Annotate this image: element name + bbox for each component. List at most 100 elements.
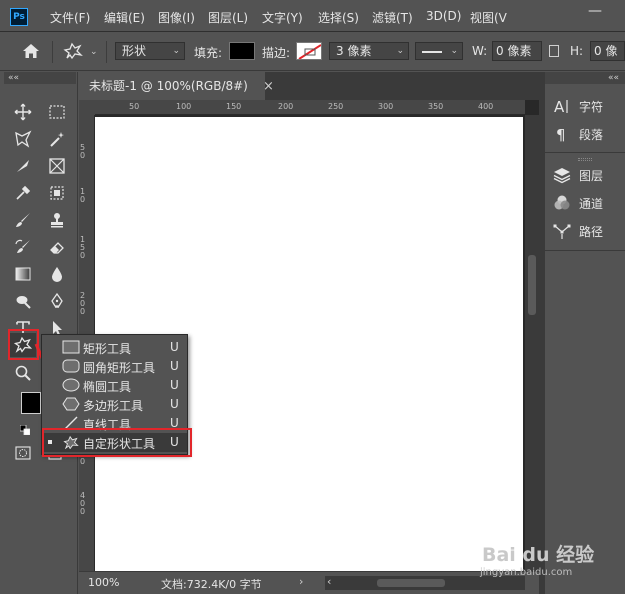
eyedropper-tool-icon[interactable]: [10, 181, 36, 205]
flyout-item-label: 圆角矩形工具: [83, 361, 156, 375]
stroke-label: 描边:: [262, 46, 291, 60]
baidu-jingyan-watermark: Bai du 经验 jingyan.baidu.com: [476, 540, 621, 584]
horizontal-ruler[interactable]: 50 100 150 200 250 300 350 400: [95, 100, 525, 115]
ruler-origin[interactable]: [79, 100, 95, 115]
ellipse-icon: [62, 378, 80, 392]
svg-text:¶: ¶: [556, 126, 566, 143]
flyout-item-rounded-rectangle[interactable]: 圆角矩形工具 U: [42, 357, 187, 376]
panel-label: 段落: [579, 128, 604, 142]
link-icon[interactable]: [549, 45, 559, 57]
zoom-level[interactable]: 100%: [88, 576, 119, 589]
crop-tool-icon[interactable]: [10, 154, 36, 178]
flyout-shortcut: U: [170, 340, 179, 354]
flyout-item-rectangle[interactable]: 矩形工具 U: [42, 338, 187, 357]
ruler-tick-label: 0: [80, 307, 86, 316]
panel-collapse[interactable]: ««: [545, 72, 625, 84]
panel-label: 路径: [579, 225, 604, 239]
horizontal-scroll-thumb[interactable]: [377, 579, 445, 587]
height-input[interactable]: 0 像: [590, 41, 625, 61]
menu-layer[interactable]: 图层(L): [208, 9, 248, 26]
quick-mask-icon[interactable]: [15, 446, 31, 460]
object-selection-icon[interactable]: [44, 181, 70, 205]
menu-file[interactable]: 文件(F): [50, 9, 90, 26]
magic-wand-tool-icon[interactable]: [44, 127, 70, 151]
menu-image[interactable]: 图像(I): [158, 9, 195, 26]
document-area: 未标题-1 @ 100%(RGB/8#) × 50 100 150 200 25…: [79, 72, 539, 594]
pen-tool-icon[interactable]: [44, 289, 70, 313]
width-input[interactable]: 0 像素: [492, 41, 542, 61]
move-tool-icon[interactable]: [10, 100, 36, 124]
flyout-shortcut: U: [170, 397, 179, 411]
flyout-item-polygon[interactable]: 多边形工具 U: [42, 395, 187, 414]
toolbar-collapse[interactable]: ««: [4, 72, 76, 84]
rounded-rectangle-icon: [62, 359, 80, 373]
history-brush-icon[interactable]: [10, 235, 36, 259]
vertical-scrollbar[interactable]: [525, 115, 539, 571]
scroll-left-icon[interactable]: ‹: [327, 575, 331, 588]
menu-view[interactable]: 视图(V: [470, 9, 507, 26]
marquee-tool-icon[interactable]: [44, 100, 70, 124]
ruler-tick-label: 250: [328, 102, 344, 111]
lasso-tool-icon[interactable]: [10, 127, 36, 151]
chevron-down-icon[interactable]: ⌄: [90, 47, 98, 57]
vertical-scroll-thumb[interactable]: [528, 255, 536, 315]
watermark-brand: Bai du 经验: [482, 544, 595, 566]
blur-tool-icon[interactable]: [44, 262, 70, 286]
dodge-tool-icon[interactable]: [10, 289, 36, 313]
ruler-tick-label: 0: [80, 195, 86, 204]
panel-paragraph[interactable]: ¶ 段落: [551, 122, 621, 146]
ruler-tick-label: 150: [226, 102, 242, 111]
panel-grip[interactable]: [578, 158, 592, 161]
menu-bar: Ps 文件(F) 编辑(E) 图像(I) 图层(L) 文字(Y) 选择(S) 滤…: [0, 0, 625, 32]
brush-tool-icon[interactable]: [10, 208, 36, 232]
menu-3d[interactable]: 3D(D): [426, 9, 461, 23]
stroke-type-select[interactable]: ⌄: [415, 42, 463, 60]
custom-shape-preset-icon[interactable]: [63, 42, 83, 63]
panel-paths[interactable]: 路径: [551, 219, 621, 243]
panel-label: 字符: [579, 100, 604, 114]
menu-edit[interactable]: 编辑(E): [104, 9, 145, 26]
paragraph-icon: ¶: [553, 125, 571, 144]
document-info: 文档:732.4K/0 字节: [161, 578, 262, 591]
custom-shape-item-highlight: [42, 428, 192, 457]
stroke-width-select[interactable]: 3 像素 ⌄: [329, 42, 409, 60]
minimize-button[interactable]: —: [588, 3, 602, 19]
mode-select[interactable]: 形状 ⌄: [115, 42, 185, 60]
ruler-tick-label: 0: [80, 507, 86, 516]
ruler-tick-label: 0: [80, 251, 86, 260]
mode-select-value: 形状: [122, 44, 147, 58]
flyout-shortcut: U: [170, 378, 179, 392]
home-icon[interactable]: [22, 43, 40, 59]
menu-type[interactable]: 文字(Y): [262, 9, 303, 26]
layers-icon: [553, 166, 571, 184]
status-menu-chevron-icon[interactable]: ›: [299, 575, 303, 588]
tools-panel: ««: [0, 72, 78, 594]
document-tab[interactable]: 未标题-1 @ 100%(RGB/8#): [79, 72, 265, 100]
default-colors-icon[interactable]: [19, 424, 31, 436]
channels-icon: [553, 194, 571, 212]
flyout-item-label: 矩形工具: [83, 342, 132, 356]
right-panel-dock: «« A 字符 ¶ 段落 图层 通道 路径: [545, 72, 625, 594]
panel-layers[interactable]: 图层: [551, 163, 621, 187]
stroke-swatch[interactable]: [296, 42, 322, 60]
ruler-tick-label: 50: [129, 102, 140, 111]
stroke-width-value: 3 像素: [336, 44, 372, 58]
polygon-icon: [62, 397, 80, 411]
menu-select[interactable]: 选择(S): [318, 9, 359, 26]
flyout-shortcut: U: [170, 359, 179, 373]
ruler-tick-label: 0: [80, 151, 86, 160]
eraser-tool-icon[interactable]: [44, 235, 70, 259]
ruler-tick-label: 100: [176, 102, 192, 111]
stamp-tool-icon[interactable]: [44, 208, 70, 232]
flyout-item-label: 椭圆工具: [83, 380, 132, 394]
options-bar: ⌄ 形状 ⌄ 填充: 描边: 3 像素 ⌄ ⌄ W: 0 像素 H: 0 像: [0, 33, 625, 71]
panel-channels[interactable]: 通道: [551, 191, 621, 215]
chevron-down-icon: ⌄: [396, 46, 404, 56]
fill-swatch[interactable]: [229, 42, 255, 60]
gradient-tool-icon[interactable]: [10, 262, 36, 286]
frame-tool-icon[interactable]: [44, 154, 70, 178]
panel-character[interactable]: A 字符: [551, 94, 621, 118]
flyout-item-ellipse[interactable]: 椭圆工具 U: [42, 376, 187, 395]
close-icon[interactable]: ×: [263, 79, 274, 94]
menu-filter[interactable]: 滤镜(T): [372, 9, 413, 26]
